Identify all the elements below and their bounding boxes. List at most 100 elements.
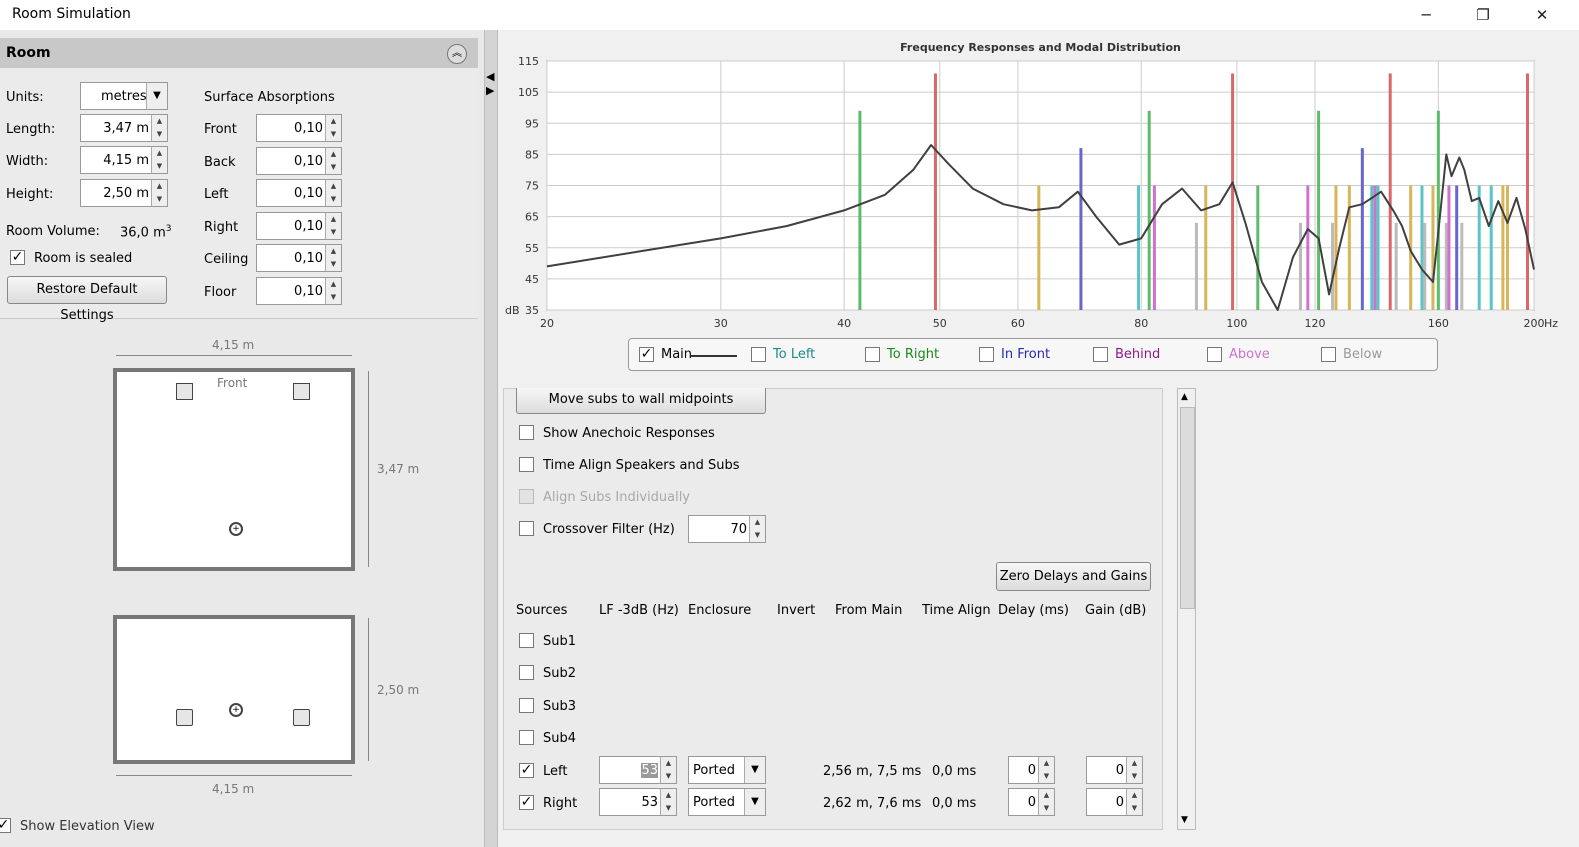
sub-label: Sub3 — [543, 698, 577, 714]
width-spinner[interactable]: 4,15 m ▲ ▼ — [80, 146, 168, 174]
y-tick-label: 45 — [525, 273, 539, 286]
scroll-down-icon[interactable]: ▼ — [1181, 815, 1188, 825]
spinner-arrows-icon[interactable]: ▲ ▼ — [749, 516, 765, 542]
gain-spinner[interactable]: 0 ▲ ▼ — [1086, 756, 1143, 784]
expand-right-icon[interactable]: ▶ — [486, 84, 494, 97]
legend-checkbox[interactable] — [979, 347, 994, 362]
left-speaker-elevation-icon[interactable] — [176, 709, 193, 726]
scroll-up-icon[interactable]: ▲ — [1181, 392, 1188, 402]
spinner-arrows-icon[interactable]: ▲ ▼ — [325, 115, 341, 141]
spinner-arrows-icon[interactable]: ▲ ▼ — [1126, 757, 1142, 783]
mode-bar — [1079, 148, 1083, 310]
room-elevation-view[interactable]: + — [113, 615, 355, 764]
spinner-arrows-icon[interactable]: ▲ ▼ — [1038, 789, 1054, 815]
surface-spinner[interactable]: 0,10 ▲ ▼ — [256, 211, 342, 240]
panel-splitter[interactable]: ◀ ▶ — [484, 30, 498, 847]
length-spinner[interactable]: 3,47 m ▲ ▼ — [80, 114, 168, 142]
source-checkbox[interactable]: ✓ — [519, 795, 534, 810]
time-align-checkbox[interactable] — [519, 457, 534, 472]
volume-value: 36,0 m3 — [120, 224, 172, 241]
chevron-down-icon[interactable]: ▼ — [744, 789, 765, 815]
lf-spinner[interactable]: 53 ▲ ▼ — [599, 788, 677, 816]
spinner-arrows-icon[interactable]: ▲ ▼ — [1038, 757, 1054, 783]
mode-bar — [1501, 185, 1505, 310]
listener-icon[interactable]: + — [229, 522, 243, 536]
spinner-arrows-icon[interactable]: ▲ ▼ — [1126, 789, 1142, 815]
legend-checkbox[interactable] — [751, 347, 766, 362]
surface-spinner[interactable]: 0,10 ▲ ▼ — [256, 179, 342, 207]
frequency-chart[interactable]: Frequency Responses and Modal Distributi… — [498, 30, 1579, 340]
legend-checkbox[interactable] — [1207, 347, 1222, 362]
align-subs-checkbox[interactable] — [519, 489, 534, 504]
close-button[interactable]: ✕ — [1519, 0, 1565, 30]
width-value: 4,15 m — [103, 153, 149, 168]
right-speaker-icon[interactable] — [293, 383, 310, 400]
zero-delays-button[interactable]: Zero Delays and Gains — [996, 562, 1151, 591]
restore-defaults-button[interactable]: Restore Default Settings — [7, 276, 167, 323]
spinner-arrows-icon[interactable]: ▲ ▼ — [660, 757, 676, 783]
collapse-left-icon[interactable]: ◀ — [486, 70, 494, 83]
surface-spinner-value: 0,10 — [294, 283, 323, 299]
height-spinner[interactable]: 2,50 m ▲ ▼ — [80, 179, 168, 207]
delay-spinner[interactable]: 0 ▲ ▼ — [1008, 788, 1055, 816]
spinner-arrows-icon[interactable]: ▲ ▼ — [151, 147, 167, 173]
show-elevation-label: Show Elevation View — [20, 819, 155, 834]
legend-checkbox[interactable] — [1321, 347, 1336, 362]
enclosure-select[interactable]: Ported ▼ — [688, 788, 766, 816]
delay-spinner[interactable]: 0 ▲ ▼ — [1008, 756, 1055, 784]
surface-spinner-value: 0,10 — [294, 251, 323, 266]
units-select[interactable]: metres ▼ — [80, 82, 168, 110]
surface-label: Floor — [204, 284, 237, 300]
lf-spinner[interactable]: 53 ▲ ▼ — [599, 756, 677, 784]
spinner-arrows-icon[interactable]: ▲ ▼ — [660, 789, 676, 815]
listener-elevation-icon[interactable]: + — [229, 703, 243, 717]
y-tick-label: 65 — [525, 211, 539, 224]
spinner-arrows-icon[interactable]: ▲ ▼ — [325, 147, 341, 174]
options-scrollbar[interactable]: ▲ ▼ — [1177, 388, 1196, 830]
mode-bar — [1376, 185, 1380, 310]
surface-spinner[interactable]: 0,10 ▲ ▼ — [256, 114, 342, 142]
surface-spinner[interactable]: 0,10 ▲ ▼ — [256, 244, 342, 272]
collapse-icon[interactable]: ︽ — [447, 44, 467, 64]
scrollbar-thumb[interactable] — [1180, 407, 1195, 609]
move-subs-button[interactable]: Move subs to wall midpoints — [516, 388, 766, 414]
room-plan-view[interactable]: Front + — [113, 368, 355, 571]
restore-button[interactable]: ❐ — [1460, 0, 1506, 30]
legend-checkbox[interactable] — [865, 347, 880, 362]
crossover-checkbox[interactable] — [519, 521, 534, 536]
sub-checkbox[interactable] — [519, 633, 534, 648]
show-elevation-checkbox[interactable]: ✓ — [0, 818, 11, 833]
y-tick-label: 95 — [525, 117, 539, 130]
minimize-button[interactable]: ─ — [1403, 0, 1449, 30]
source-checkbox[interactable]: ✓ — [519, 763, 534, 778]
mode-bar — [1460, 222, 1464, 310]
show-anechoic-checkbox[interactable] — [519, 425, 534, 440]
mode-bar — [1444, 222, 1448, 310]
spinner-arrows-icon[interactable]: ▲ ▼ — [325, 245, 341, 271]
spinner-arrows-icon[interactable]: ▲ ▼ — [325, 277, 341, 304]
chevron-down-icon[interactable]: ▼ — [146, 83, 167, 109]
spinner-arrows-icon[interactable]: ▲ ▼ — [151, 115, 167, 141]
y-tick-label: 55 — [525, 242, 539, 255]
chevron-down-icon[interactable]: ▼ — [744, 757, 765, 783]
spinner-arrows-icon[interactable]: ▲ ▼ — [325, 180, 341, 206]
legend-checkbox[interactable]: ✓ — [639, 347, 654, 362]
right-speaker-elevation-icon[interactable] — [293, 709, 310, 726]
room-section-header[interactable]: Room — [0, 38, 478, 68]
spinner-arrows-icon[interactable]: ▲ ▼ — [325, 212, 341, 239]
legend-checkbox[interactable] — [1093, 347, 1108, 362]
enclosure-select[interactable]: Ported ▼ — [688, 756, 766, 784]
x-tick-label: 50 — [933, 317, 947, 330]
y-unit-label: dB — [505, 304, 520, 317]
gain-spinner[interactable]: 0 ▲ ▼ — [1086, 788, 1143, 816]
spinner-arrows-icon[interactable]: ▲ ▼ — [151, 180, 167, 206]
sub-checkbox[interactable] — [519, 697, 534, 713]
left-speaker-icon[interactable] — [176, 383, 193, 400]
room-sealed-checkbox[interactable]: ✓ — [10, 250, 25, 265]
sub-checkbox[interactable] — [519, 665, 534, 681]
surface-spinner[interactable]: 0,10 ▲ ▼ — [256, 276, 342, 305]
crossover-spinner[interactable]: 70 ▲ ▼ — [688, 515, 766, 543]
sub-checkbox[interactable] — [519, 729, 534, 745]
surface-spinner[interactable]: 0,10 ▲ ▼ — [256, 146, 342, 175]
x-tick-label: 160 — [1428, 317, 1449, 330]
